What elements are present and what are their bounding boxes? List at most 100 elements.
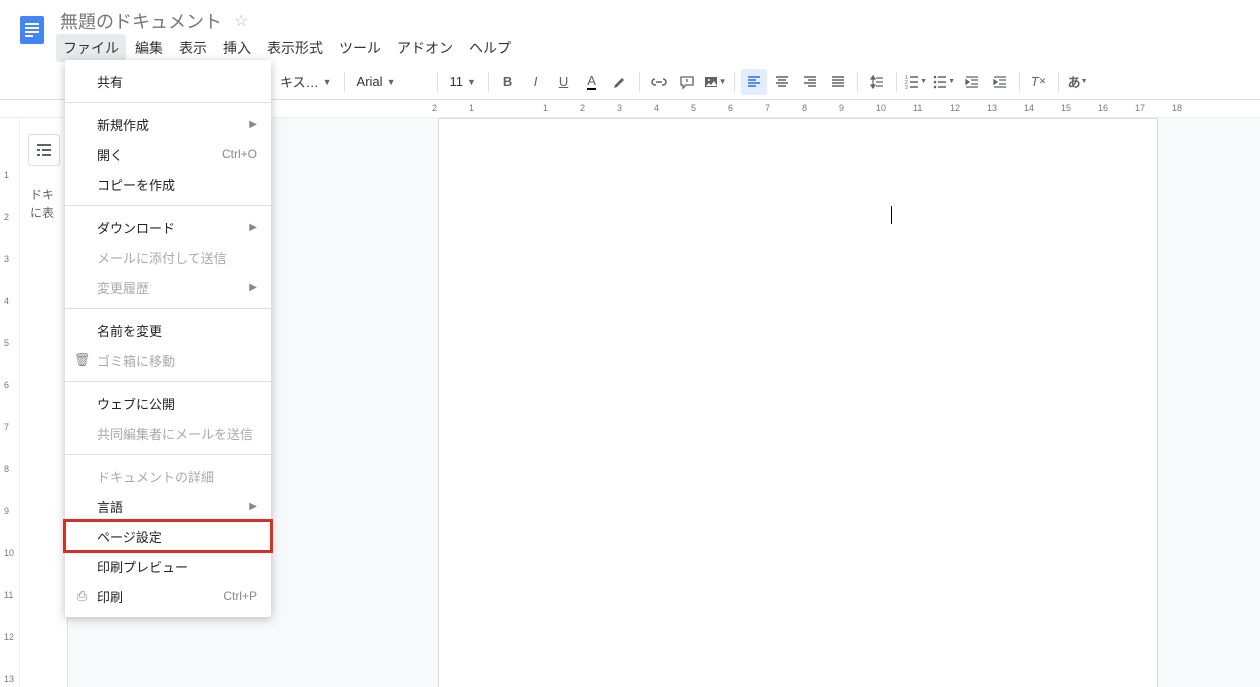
print-icon: ⎙ <box>73 588 91 604</box>
page[interactable] <box>438 118 1158 687</box>
font-name: Arial <box>357 74 383 89</box>
ruler-tick: 10 <box>876 103 886 113</box>
chevron-down-icon: ▼ <box>467 77 476 87</box>
docs-logo-icon[interactable] <box>14 12 50 48</box>
outline-toggle-button[interactable] <box>28 134 60 166</box>
align-right-button[interactable] <box>797 69 823 95</box>
insert-image-button[interactable]: ▼ <box>702 69 728 95</box>
menu-separator <box>65 381 271 382</box>
text-color-button[interactable]: A <box>579 69 605 95</box>
menu-item-print[interactable]: ⎙印刷Ctrl+P <box>65 581 271 611</box>
ruler-tick: 8 <box>802 103 807 113</box>
bulleted-list-button[interactable]: ▼ <box>931 69 957 95</box>
vertical-ruler[interactable]: 12345678910111213 <box>0 118 20 687</box>
ruler-tick: 1 <box>543 103 548 113</box>
trash-icon: 🗑 <box>73 352 91 368</box>
menu-insert[interactable]: 挿入 <box>216 34 258 62</box>
menu-separator <box>65 454 271 455</box>
menu-item-email-collab: 共同編集者にメールを送信 <box>65 418 271 448</box>
ruler-tick: 17 <box>1135 103 1145 113</box>
ruler-tick: 2 <box>432 103 437 113</box>
ruler-tick: 18 <box>1172 103 1182 113</box>
increase-indent-button[interactable] <box>987 69 1013 95</box>
separator <box>437 72 438 92</box>
highlight-button[interactable] <box>607 69 633 95</box>
align-center-button[interactable] <box>769 69 795 95</box>
ruler-tick: 5 <box>691 103 696 113</box>
menu-item-move-trash: 🗑ゴミ箱に移動 <box>65 345 271 375</box>
menu-item-rename[interactable]: 名前を変更 <box>65 315 271 345</box>
menu-view[interactable]: 表示 <box>172 34 214 62</box>
ruler-tick: 13 <box>987 103 997 113</box>
menu-item-email-attach: メールに添付して送信 <box>65 242 271 272</box>
ruler-tick: 6 <box>728 103 733 113</box>
ruler-tick: 4 <box>654 103 659 113</box>
menu-file[interactable]: ファイル <box>56 34 126 62</box>
menu-tools[interactable]: ツール <box>332 34 388 62</box>
menu-edit[interactable]: 編集 <box>128 34 170 62</box>
outline-hint-truncated: ドキに表 <box>28 186 59 222</box>
submenu-arrow-icon: ▶ <box>249 282 257 293</box>
ruler-tick: 6 <box>4 380 9 390</box>
ruler-tick: 12 <box>4 632 14 642</box>
menu-help[interactable]: ヘルプ <box>462 34 518 62</box>
menubar: ファイル 編集 表示 挿入 表示形式 ツール アドオン ヘルプ <box>56 34 1252 62</box>
ruler-tick: 16 <box>1098 103 1108 113</box>
star-icon[interactable]: ☆ <box>234 11 248 31</box>
italic-button[interactable]: I <box>523 69 549 95</box>
ruler-tick: 13 <box>4 674 14 684</box>
ruler-tick: 5 <box>4 338 9 348</box>
numbered-list-button[interactable]: 123▼ <box>903 69 929 95</box>
svg-text:3: 3 <box>905 85 908 90</box>
menu-format[interactable]: 表示形式 <box>260 34 330 62</box>
menu-item-new[interactable]: 新規作成▶ <box>65 109 271 139</box>
menu-item-print-preview[interactable]: 印刷プレビュー <box>65 551 271 581</box>
outline-icon <box>35 141 53 159</box>
decrease-indent-button[interactable] <box>959 69 985 95</box>
ruler-tick: 9 <box>4 506 9 516</box>
font-size-select[interactable]: 11▼ <box>444 69 482 95</box>
insert-link-button[interactable] <box>646 69 672 95</box>
ruler-tick: 14 <box>1024 103 1034 113</box>
menu-item-make-copy[interactable]: コピーを作成 <box>65 169 271 199</box>
menu-item-share[interactable]: 共有 <box>65 66 271 96</box>
ruler-tick: 1 <box>469 103 474 113</box>
separator <box>896 72 897 92</box>
menu-separator <box>65 308 271 309</box>
bold-button[interactable]: B <box>495 69 521 95</box>
line-spacing-button[interactable] <box>864 69 890 95</box>
clear-formatting-button[interactable]: T✕ <box>1026 69 1052 95</box>
separator <box>1058 72 1059 92</box>
input-tools-button[interactable]: あ▼ <box>1065 69 1091 95</box>
menu-item-download[interactable]: ダウンロード▶ <box>65 212 271 242</box>
font-select[interactable]: Arial▼ <box>351 69 431 95</box>
document-title[interactable]: 無題のドキュメント <box>56 8 226 34</box>
ruler-tick: 12 <box>950 103 960 113</box>
ruler-tick: 15 <box>1061 103 1071 113</box>
ruler-tick: 8 <box>4 464 9 474</box>
submenu-arrow-icon: ▶ <box>249 119 257 130</box>
menu-item-publish-web[interactable]: ウェブに公開 <box>65 388 271 418</box>
align-left-button[interactable] <box>741 69 767 95</box>
style-select[interactable]: キス…▼ <box>274 69 338 95</box>
ruler-tick: 1 <box>4 170 9 180</box>
ruler-tick: 9 <box>839 103 844 113</box>
submenu-arrow-icon: ▶ <box>249 222 257 233</box>
ruler-tick: 10 <box>4 548 14 558</box>
ruler-tick: 3 <box>4 254 9 264</box>
text-cursor <box>891 206 892 224</box>
menu-item-language[interactable]: 言語▶ <box>65 491 271 521</box>
insert-comment-button[interactable] <box>674 69 700 95</box>
menu-item-page-setup[interactable]: ページ設定 <box>65 521 271 551</box>
menu-item-open[interactable]: 開くCtrl+O <box>65 139 271 169</box>
menu-separator <box>65 102 271 103</box>
shortcut-label: Ctrl+O <box>222 147 257 161</box>
align-justify-button[interactable] <box>825 69 851 95</box>
underline-button[interactable]: U <box>551 69 577 95</box>
outline-panel: ドキュメントに追加した見出しがここに表示されます。 ドキに表 <box>20 118 68 687</box>
ruler-tick: 4 <box>4 296 9 306</box>
chevron-down-icon: ▼ <box>323 77 332 87</box>
separator <box>344 72 345 92</box>
menu-addons[interactable]: アドオン <box>390 34 460 62</box>
ruler-tick: 7 <box>765 103 770 113</box>
